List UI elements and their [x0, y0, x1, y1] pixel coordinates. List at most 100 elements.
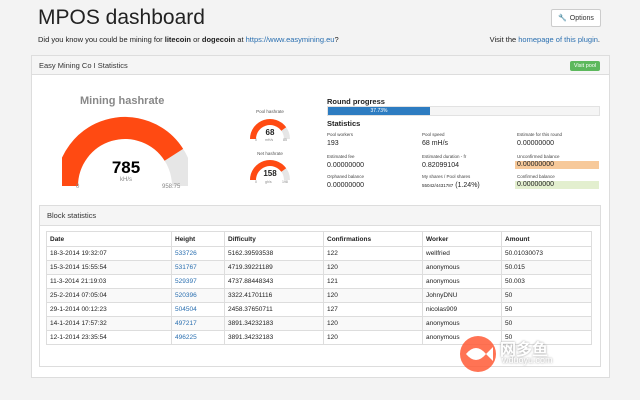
pool-hashrate-unit: mH/s [265, 138, 274, 142]
cell-amount: 50 [501, 302, 592, 317]
cell-amount: 50 [501, 316, 592, 331]
net-hashrate-title: Net hashrate [257, 151, 283, 156]
block-statistics-header: Block statistics [40, 206, 600, 226]
coin-dogecoin: dogecoin [201, 35, 236, 44]
cell-difficulty: 5162.39593538 [224, 246, 324, 261]
cell-worker: anonymous [422, 274, 502, 289]
options-label: Options [569, 14, 594, 22]
col-difficulty: Difficulty [224, 231, 324, 247]
cell-difficulty: 4719.39221189 [224, 260, 324, 275]
cell-date: 11-3-2014 21:19:03 [46, 274, 172, 289]
cell-worker: JohnyDNU [422, 288, 502, 303]
shares-value: 55042/4431787 (1.24%) [422, 182, 480, 189]
cell-date: 18-3-2014 19:32:07 [46, 246, 172, 261]
visit-prefix: Visit the [489, 35, 519, 44]
pool-workers-value: 193 [327, 140, 339, 147]
watermark-url: wduoyu.com [502, 355, 553, 365]
pool-hashrate-value: 68 [265, 128, 275, 137]
table-row: 15-3-2014 15:55:54 531767 4719.39221189 … [46, 260, 592, 275]
orphaned-label: Orphaned balance [327, 174, 365, 179]
net-hashrate-unit: gh/s [265, 180, 272, 184]
fish-logo-icon [460, 336, 496, 372]
visit-pool-button[interactable]: Visit pool [570, 61, 600, 71]
estimate-value: 0.00000000 [517, 140, 554, 147]
round-progress-title: Round progress [327, 97, 385, 106]
cell-worker: anonymous [422, 260, 502, 275]
tagline-q: ? [334, 35, 339, 44]
hashrate-unit: kH/s [120, 177, 132, 183]
cell-confirmations: 127 [323, 302, 423, 317]
est-duration-value: 0.82099104 [422, 162, 459, 169]
cell-worker: anonymous [422, 316, 502, 331]
table-row: 29-1-2014 00:12:23 504504 2458.37650711 … [46, 302, 592, 317]
block-table: Date Height Difficulty Confirmations Wor… [46, 231, 592, 345]
tagline-prefix: Did you know you could be mining for [38, 35, 165, 44]
cell-date: 29-1-2014 00:12:23 [46, 302, 172, 317]
options-button[interactable]: 🔧 Options [551, 9, 601, 27]
confirmed-label: Confirmed balance [517, 174, 555, 179]
unconfirmed-value: 0.00000000 [515, 161, 599, 169]
visit-homepage-text: Visit the homepage of this plugin. [490, 35, 600, 44]
pool-speed-label: Pool speed [422, 132, 445, 137]
cell-difficulty: 3891.34232183 [224, 316, 324, 331]
page-title: MPOS dashboard [38, 6, 205, 29]
tagline-at: at [235, 35, 246, 44]
table-row: 25-2-2014 07:05:04 520396 3322.41701116 … [46, 288, 592, 303]
cell-confirmations: 121 [323, 274, 423, 289]
pool-hashrate-title: Pool hashrate [256, 109, 284, 114]
shares-label: My shares / Pool shares [422, 174, 471, 179]
cell-worker: wellfried [422, 246, 502, 261]
col-amount: Amount [501, 231, 592, 247]
wrench-icon: 🔧 [558, 15, 567, 22]
easymining-link[interactable]: https://www.easymining.eu [246, 35, 335, 44]
page-header: MPOS dashboard Did you know you could be… [0, 0, 640, 50]
cell-amount: 50 [501, 288, 592, 303]
cell-height-link[interactable]: 497217 [171, 316, 225, 331]
cell-confirmations: 122 [323, 246, 423, 261]
cell-height-link[interactable]: 520396 [171, 288, 225, 303]
shares-count: 55042/4431787 [422, 183, 454, 188]
net-hashrate-min: 0 [255, 180, 257, 184]
panel-title: Easy Mining Co I Statistics [39, 61, 128, 70]
cell-confirmations: 120 [323, 330, 423, 345]
hashrate-value: 785 [111, 158, 141, 177]
est-fee-value: 0.00000000 [327, 162, 364, 169]
cell-difficulty: 3322.41701116 [224, 288, 324, 303]
table-row: 11-3-2014 21:19:03 529397 4737.88448343 … [46, 274, 592, 289]
net-hashrate-max: 198 [282, 180, 288, 184]
pool-speed-value: 68 mH/s [422, 140, 449, 147]
statistics-title: Statistics [327, 119, 361, 128]
pool-hashrate-max: 85 [283, 138, 287, 142]
block-statistics-title: Block statistics [47, 211, 97, 220]
est-fee-label: Estimated fee [327, 154, 355, 159]
cell-amount: 50.003 [501, 274, 592, 289]
cell-worker: nicolas909 [422, 302, 502, 317]
unconfirmed-label: Unconfirmed balance [517, 154, 560, 159]
cell-confirmations: 120 [323, 316, 423, 331]
col-worker: Worker [422, 231, 502, 247]
cell-height-link[interactable]: 533726 [171, 246, 225, 261]
orphaned-value: 0.00000000 [327, 182, 364, 189]
estimate-label: Estimate for this round [517, 132, 563, 137]
cell-height-link[interactable]: 496225 [171, 330, 225, 345]
cell-confirmations: 120 [323, 288, 423, 303]
cell-date: 25-2-2014 07:05:04 [46, 288, 172, 303]
cell-amount: 50.015 [501, 260, 592, 275]
cell-height-link[interactable]: 531767 [171, 260, 225, 275]
net-hashrate-value: 158 [263, 169, 277, 178]
plugin-homepage-link[interactable]: homepage of this plugin [518, 35, 598, 44]
col-date: Date [46, 231, 172, 247]
pool-hashrate-min: 0 [255, 138, 257, 142]
cell-difficulty: 3891.34232183 [224, 330, 324, 345]
tagline-or: or [191, 35, 202, 44]
cell-height-link[interactable]: 529397 [171, 274, 225, 289]
shares-percent: (1.24%) [455, 182, 480, 189]
cell-amount: 50.01030073 [501, 246, 592, 261]
hashrate-max: 958.75 [162, 184, 181, 190]
cell-height-link[interactable]: 504504 [171, 302, 225, 317]
visit-suffix: . [597, 35, 600, 44]
mining-hashrate-title: Mining hashrate [80, 95, 165, 107]
confirmed-value: 0.00000000 [515, 181, 599, 189]
cell-date: 15-3-2014 15:55:54 [46, 260, 172, 275]
cell-date: 14-1-2014 17:57:32 [46, 316, 172, 331]
